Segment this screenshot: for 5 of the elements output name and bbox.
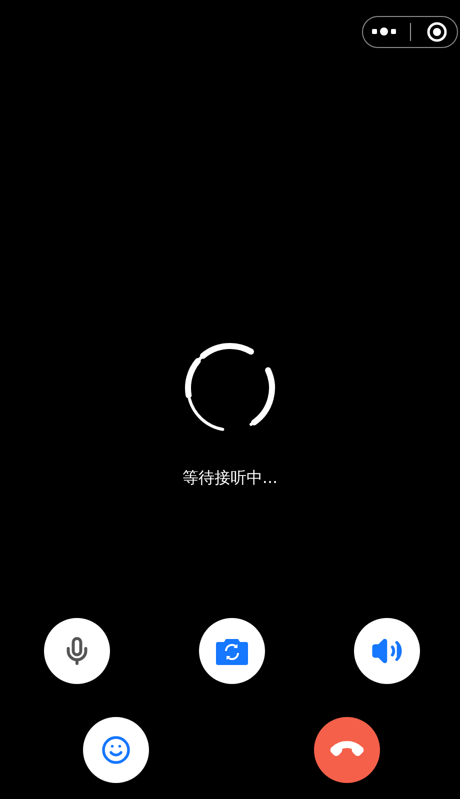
camera-switch-icon bbox=[215, 636, 249, 666]
target-icon bbox=[426, 22, 446, 42]
smiley-icon bbox=[101, 735, 131, 765]
call-status-text: 等待接听中... bbox=[182, 468, 278, 488]
more-icon bbox=[372, 27, 396, 37]
